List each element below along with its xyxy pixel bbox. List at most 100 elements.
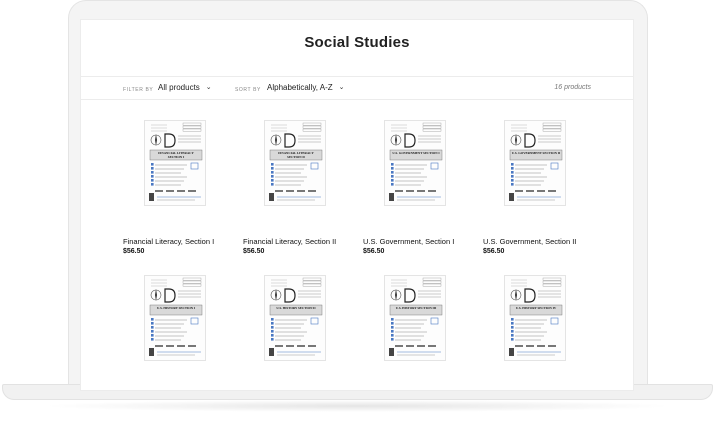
product-price: $56.50 — [483, 248, 505, 255]
checkbox-icon — [271, 179, 274, 182]
header-box — [422, 280, 442, 284]
product-title[interactable]: Financial Literacy, Section II — [243, 237, 353, 246]
answer-box — [310, 162, 319, 170]
product-badge: U.S. HISTORY SECTION I — [156, 306, 196, 310]
header-box — [542, 280, 562, 284]
barcode-icon — [389, 348, 394, 356]
checkbox-icon — [271, 322, 274, 325]
product-thumbnail[interactable]: U.S. HISTORY SECTION IV — [504, 275, 566, 361]
product-thumbnail-graphic — [149, 277, 203, 356]
product-thumbnail-graphic — [509, 277, 563, 356]
product-title[interactable]: Financial Literacy, Section I — [123, 237, 233, 246]
sort-select-value: Alphabetically, A-Z — [267, 83, 333, 92]
product-price: $56.50 — [363, 248, 385, 255]
filter-select[interactable]: All products ⌄ — [158, 83, 212, 92]
footer-block — [406, 190, 414, 192]
header-box — [422, 128, 442, 132]
header-box — [422, 277, 442, 281]
footer-block — [395, 345, 403, 347]
sort-select[interactable]: Alphabetically, A-Z ⌄ — [267, 83, 345, 92]
footer-block — [308, 345, 316, 347]
logo-d-icon — [404, 288, 416, 303]
checkbox-icon — [151, 318, 154, 321]
checkbox-icon — [511, 338, 514, 341]
header-box — [182, 122, 202, 126]
header-box — [182, 125, 202, 129]
filter-label: FILTER BY — [123, 87, 154, 93]
header-box — [302, 128, 322, 132]
product-price: $56.50 — [243, 248, 265, 255]
logo-d-icon — [284, 288, 296, 303]
checkbox-icon — [511, 326, 514, 329]
footer-block — [286, 190, 294, 192]
header-box — [182, 283, 202, 287]
filter-bar: FILTER BY All products ⌄ SORT BY Alphabet… — [81, 76, 633, 100]
product-thumbnail[interactable]: FINANCIAL LITERACY SECTION II — [264, 120, 326, 206]
header-box — [302, 277, 322, 281]
product-thumbnail[interactable]: U.S. HISTORY SECTION I — [144, 275, 206, 361]
product-badge: FINANCIAL LITERACY SECTION II — [278, 151, 314, 159]
checkbox-icon — [271, 334, 274, 337]
footer-block — [166, 345, 174, 347]
barcode-icon — [149, 193, 154, 201]
header-box — [542, 125, 562, 129]
footer-block — [297, 190, 305, 192]
product-title[interactable]: U.S. Government, Section II — [483, 237, 593, 246]
product-badge: FINANCIAL LITERACY SECTION I — [158, 151, 194, 159]
product-badge: U.S. GOVERNMENT SECTION II — [511, 151, 561, 155]
footer-block — [526, 345, 534, 347]
barcode-icon — [509, 348, 514, 356]
checkbox-icon — [151, 330, 154, 333]
header-box — [302, 122, 322, 126]
footer-block — [286, 345, 294, 347]
checkbox-icon — [391, 167, 394, 170]
barcode-icon — [389, 193, 394, 201]
compass-needle-icon — [155, 134, 157, 146]
footer-block — [177, 190, 185, 192]
footer-block — [297, 345, 305, 347]
product-title[interactable]: U.S. Government, Section I — [363, 237, 473, 246]
checkbox-icon — [391, 322, 394, 325]
header-box — [422, 283, 442, 287]
checkbox-icon — [151, 175, 154, 178]
checkbox-icon — [511, 322, 514, 325]
header-box — [182, 280, 202, 284]
header-box — [542, 277, 562, 281]
answer-box — [550, 162, 559, 170]
product-thumbnail[interactable]: U.S. GOVERNMENT SECTION I — [384, 120, 446, 206]
compass-needle-icon — [275, 289, 277, 301]
product-thumbnail[interactable]: FINANCIAL LITERACY SECTION I — [144, 120, 206, 206]
footer-block — [166, 190, 174, 192]
footer-block — [548, 190, 556, 192]
checkbox-icon — [271, 163, 274, 166]
product-thumbnail[interactable]: U.S. GOVERNMENT SECTION II — [504, 120, 566, 206]
checkbox-icon — [271, 318, 274, 321]
barcode-icon — [509, 193, 514, 201]
checkbox-icon — [511, 175, 514, 178]
checkbox-icon — [391, 175, 394, 178]
answer-box — [190, 162, 199, 170]
compass-needle-icon — [155, 289, 157, 301]
footer-block — [275, 345, 283, 347]
product-thumbnail[interactable]: U.S. HISTORY SECTION II — [264, 275, 326, 361]
product-badge: U.S. GOVERNMENT SECTION I — [392, 151, 440, 155]
header-box — [302, 125, 322, 129]
footer-block — [428, 345, 436, 347]
barcode-icon — [149, 348, 154, 356]
header-box — [542, 122, 562, 126]
checkbox-icon — [511, 167, 514, 170]
checkbox-icon — [391, 338, 394, 341]
chevron-down-icon: ⌄ — [205, 84, 212, 91]
footer-block — [155, 190, 163, 192]
barcode-icon — [269, 348, 274, 356]
checkbox-icon — [151, 171, 154, 174]
footer-block — [537, 345, 545, 347]
checkbox-icon — [151, 334, 154, 337]
logo-d-icon — [284, 133, 296, 148]
answer-box — [190, 317, 199, 325]
checkbox-icon — [391, 318, 394, 321]
answer-box — [430, 162, 439, 170]
header-box — [422, 122, 442, 126]
product-thumbnail[interactable]: U.S. HISTORY SECTION III — [384, 275, 446, 361]
checkbox-icon — [511, 179, 514, 182]
